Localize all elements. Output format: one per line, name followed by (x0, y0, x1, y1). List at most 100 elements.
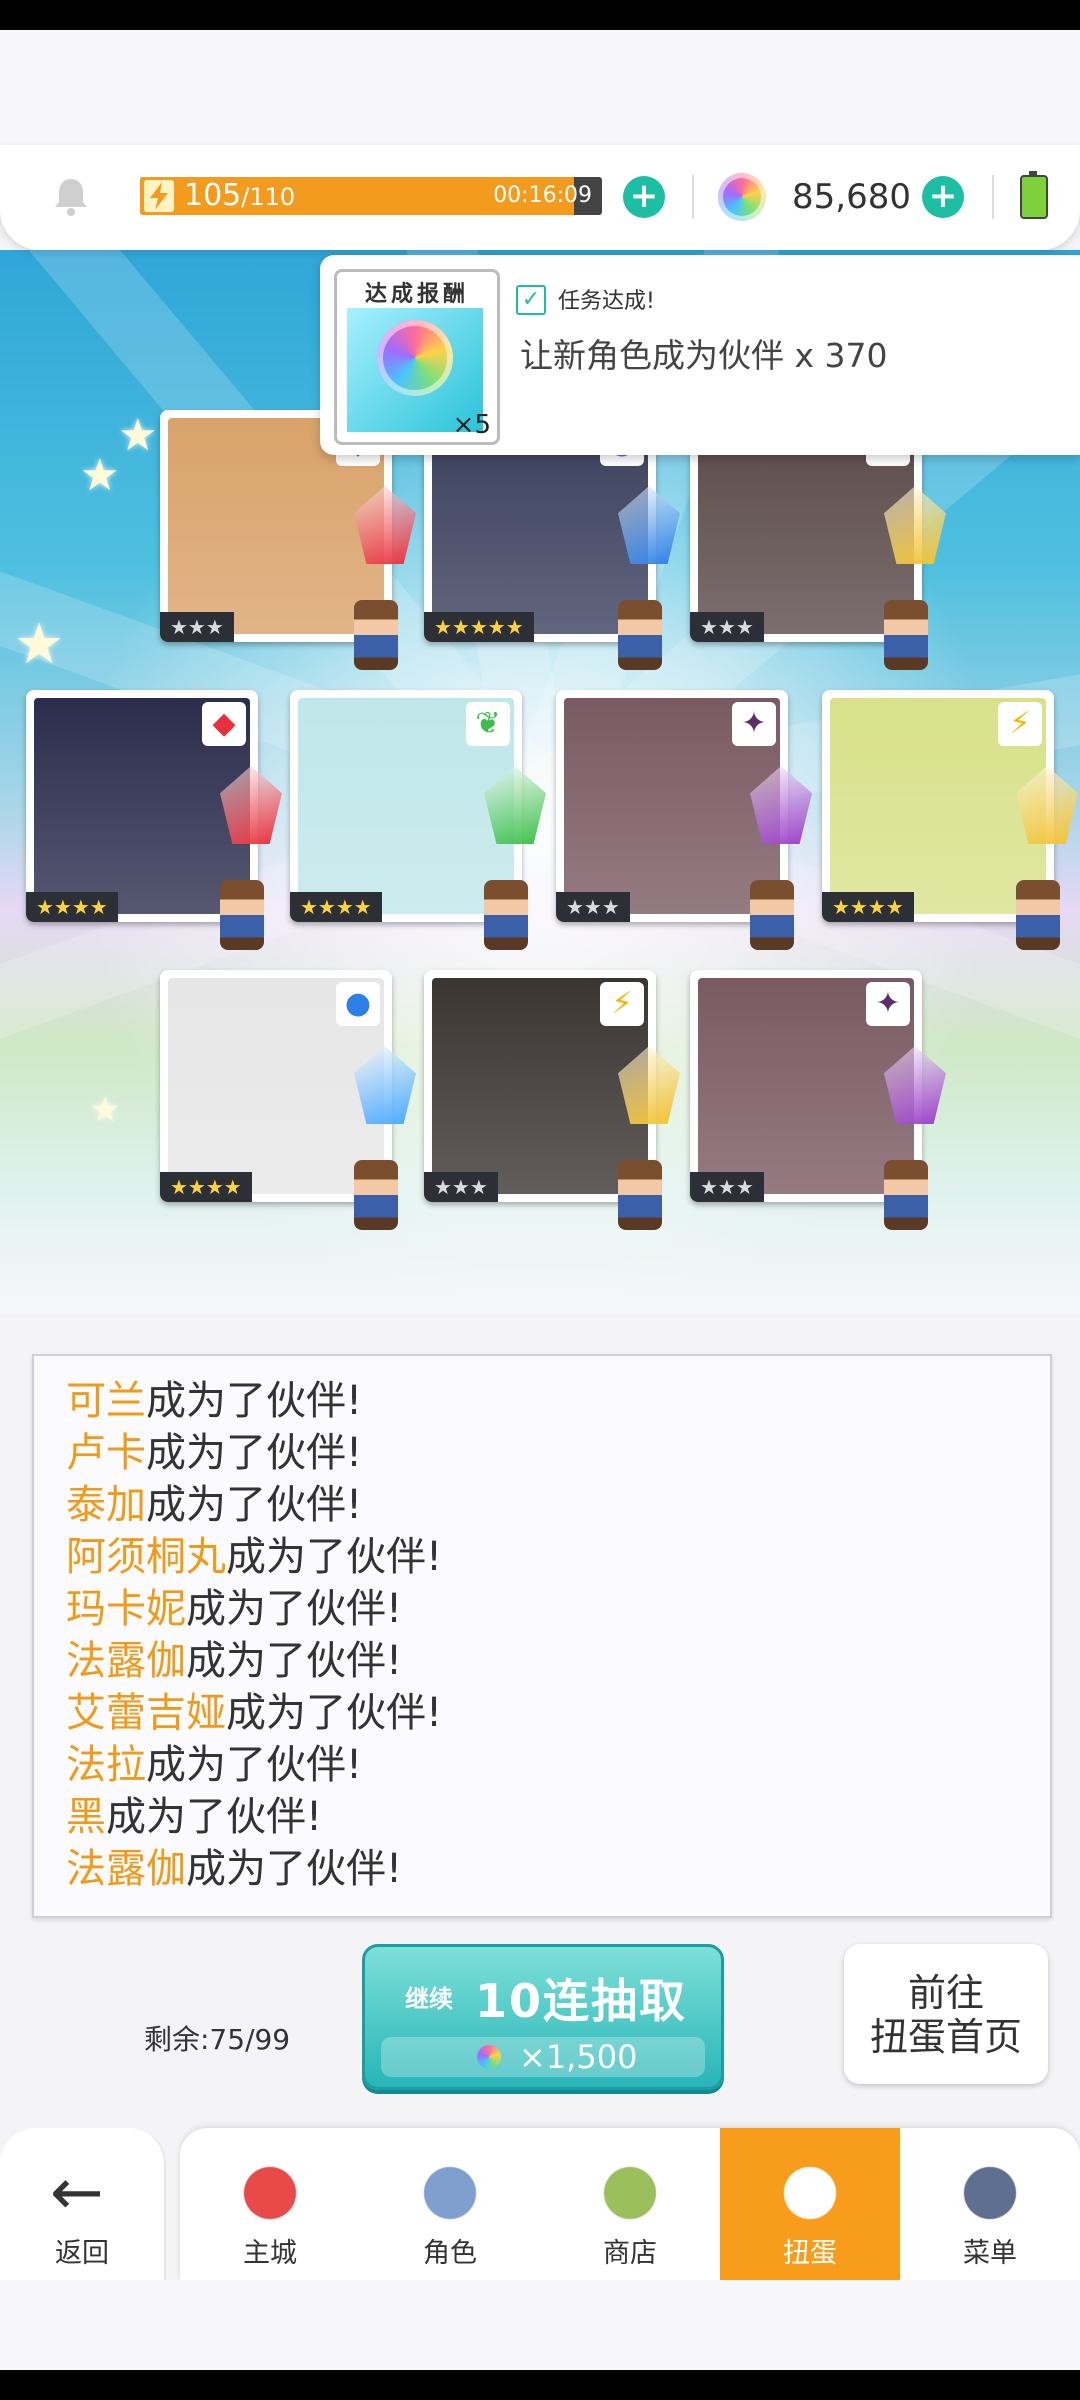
gacha-icon (765, 2148, 855, 2238)
log-line: 泰加成为了伙伴! (66, 1480, 362, 1530)
stamina-timer: 00:16:09 (493, 183, 592, 208)
divider (692, 175, 694, 219)
battery-icon (1020, 171, 1048, 219)
top-blank-area (0, 30, 1080, 150)
log-suffix: 成为了伙伴! (146, 1742, 363, 1788)
character-card[interactable]: ✦ ★★★ (556, 690, 812, 950)
character-card[interactable]: ✦ ★★★ (690, 970, 946, 1230)
log-suffix: 成为了伙伴! (186, 1638, 403, 1684)
nav-tab-gacha[interactable]: 扭蛋 (720, 2128, 902, 2280)
action-area: 剩余:75/99 继续 10连抽取 ×1,500 前往 扭蛋首页 (0, 1928, 1080, 2128)
element-fire-icon: ◆ (202, 702, 246, 746)
character-name: 可兰 (66, 1378, 146, 1424)
nav-tab-shop[interactable]: 商店 (540, 2128, 722, 2280)
stamina-bar: 105/110 00:16:09 (140, 177, 602, 215)
pixel-sprite (884, 600, 928, 670)
lightning-icon (144, 180, 174, 212)
shop-icon (585, 2148, 675, 2238)
star-rating: ★★★ (690, 1172, 764, 1202)
pull-cost-value: ×1,500 (519, 2038, 638, 2076)
log-suffix: 成为了伙伴! (106, 1794, 323, 1840)
mission-description: 让新角色成为伙伴 x 370 (520, 336, 888, 375)
bell-icon[interactable] (48, 173, 94, 219)
element-water-icon: ● (336, 982, 380, 1026)
pixel-sprite (354, 600, 398, 670)
star-rating: ★★★ (556, 892, 630, 922)
bottom-blank-area (0, 2280, 1080, 2370)
log-line: 法露伽成为了伙伴! (66, 1636, 402, 1686)
sparkle-icon: ★ (90, 1090, 121, 1130)
nav-tab-castle[interactable]: 主城 (180, 2128, 362, 2280)
pixel-sprite (618, 1160, 662, 1230)
character-name: 法露伽 (66, 1846, 186, 1892)
star-rating: ★★★ (690, 612, 764, 642)
character-card[interactable]: ⚡ ★★★★ (822, 690, 1078, 950)
pixel-sprite (750, 880, 794, 950)
nav-label: 商店 (603, 2238, 657, 2269)
character-card[interactable]: ⚡ ★★★ (424, 970, 680, 1230)
log-line: 黑成为了伙伴! (66, 1792, 322, 1842)
back-button[interactable]: ← 返回 (0, 2128, 166, 2280)
pixel-sprite (220, 880, 264, 950)
system-navigation-bar (0, 2370, 1080, 2400)
star-rating: ★★★★★ (424, 612, 534, 642)
character-card[interactable]: ◆ ★★★★ (26, 690, 282, 950)
sparkle-icon: ★ (80, 450, 120, 501)
star-rating: ★★★★ (160, 1172, 252, 1202)
sparkle-icon: ★ (14, 612, 65, 677)
log-line: 艾蕾吉娅成为了伙伴! (66, 1688, 442, 1738)
divider (992, 175, 994, 219)
bottom-navigation: ← 返回 主城 角色 商店 扭蛋 菜单 (0, 2128, 1080, 2280)
character-card[interactable]: ● ★★★★ (160, 970, 416, 1230)
nav-tabs: 主城 角色 商店 扭蛋 菜单 (180, 2128, 1080, 2280)
log-suffix: 成为了伙伴! (226, 1534, 443, 1580)
orb (377, 320, 453, 396)
system-status-bar (0, 0, 1080, 30)
log-suffix: 成为了伙伴! (226, 1690, 443, 1736)
back-label: 返回 (55, 2238, 109, 2269)
continue-10-pull-button[interactable]: 继续 10连抽取 ×1,500 (362, 1944, 724, 2090)
sparkle-icon: ★ (118, 410, 158, 461)
log-suffix: 成为了伙伴! (146, 1378, 363, 1424)
mission-complete-banner[interactable]: 达成报酬 ×5 ✓ 任务达成! 让新角色成为伙伴 x 370 (320, 255, 1080, 455)
pixel-sprite (884, 1160, 928, 1230)
add-gems-button[interactable]: + (922, 176, 964, 218)
nav-tab-menu[interactable]: 菜单 (900, 2128, 1080, 2280)
character-name: 卢卡 (66, 1430, 146, 1476)
mission-status: 任务达成! (558, 289, 655, 314)
character-icon (405, 2148, 495, 2238)
pixel-sprite (1016, 880, 1060, 950)
resource-bar: 105/110 00:16:09 + 85,680 + (0, 145, 1080, 250)
continue-label: 继续 (405, 1985, 453, 2013)
checkbox-icon: ✓ (516, 285, 546, 315)
character-name: 法露伽 (66, 1638, 186, 1684)
log-suffix: 成为了伙伴! (186, 1846, 403, 1892)
reward-title: 达成报酬 (364, 282, 469, 307)
character-name: 阿须桐丸 (66, 1534, 226, 1580)
character-name: 艾蕾吉娅 (66, 1690, 226, 1736)
character-card[interactable]: ❦ ★★★★ (290, 690, 546, 950)
goto-gacha-home-button[interactable]: 前往 扭蛋首页 (844, 1944, 1048, 2084)
nav-tab-character[interactable]: 角色 (360, 2128, 542, 2280)
log-line: 卢卡成为了伙伴! (66, 1428, 362, 1478)
character-name: 玛卡妮 (66, 1586, 186, 1632)
nav-label: 主城 (243, 2238, 297, 2269)
log-line: 法露伽成为了伙伴! (66, 1844, 402, 1894)
recruit-log[interactable]: 可兰成为了伙伴! 卢卡成为了伙伴! 泰加成为了伙伴! 阿须桐丸成为了伙伴! 玛卡妮成为了… (32, 1354, 1052, 1918)
rainbow-gem-icon (477, 2045, 501, 2069)
stamina-value: 105/110 (184, 178, 296, 213)
log-line: 可兰成为了伙伴! (66, 1376, 362, 1426)
element-thunder-icon: ⚡ (600, 982, 644, 1026)
gem-count: 85,680 (792, 177, 911, 217)
nav-label: 菜单 (963, 2238, 1017, 2269)
star-rating: ★★★★ (822, 892, 914, 922)
element-dark-icon: ✦ (866, 982, 910, 1026)
log-suffix: 成为了伙伴! (146, 1430, 363, 1476)
log-suffix: 成为了伙伴! (186, 1586, 403, 1632)
add-stamina-button[interactable]: + (623, 176, 665, 218)
element-wind-icon: ❦ (466, 702, 510, 746)
log-line: 法拉成为了伙伴! (66, 1740, 362, 1790)
star-rating: ★★★★ (290, 892, 382, 922)
castle-icon (225, 2148, 315, 2238)
log-suffix: 成为了伙伴! (146, 1482, 363, 1528)
